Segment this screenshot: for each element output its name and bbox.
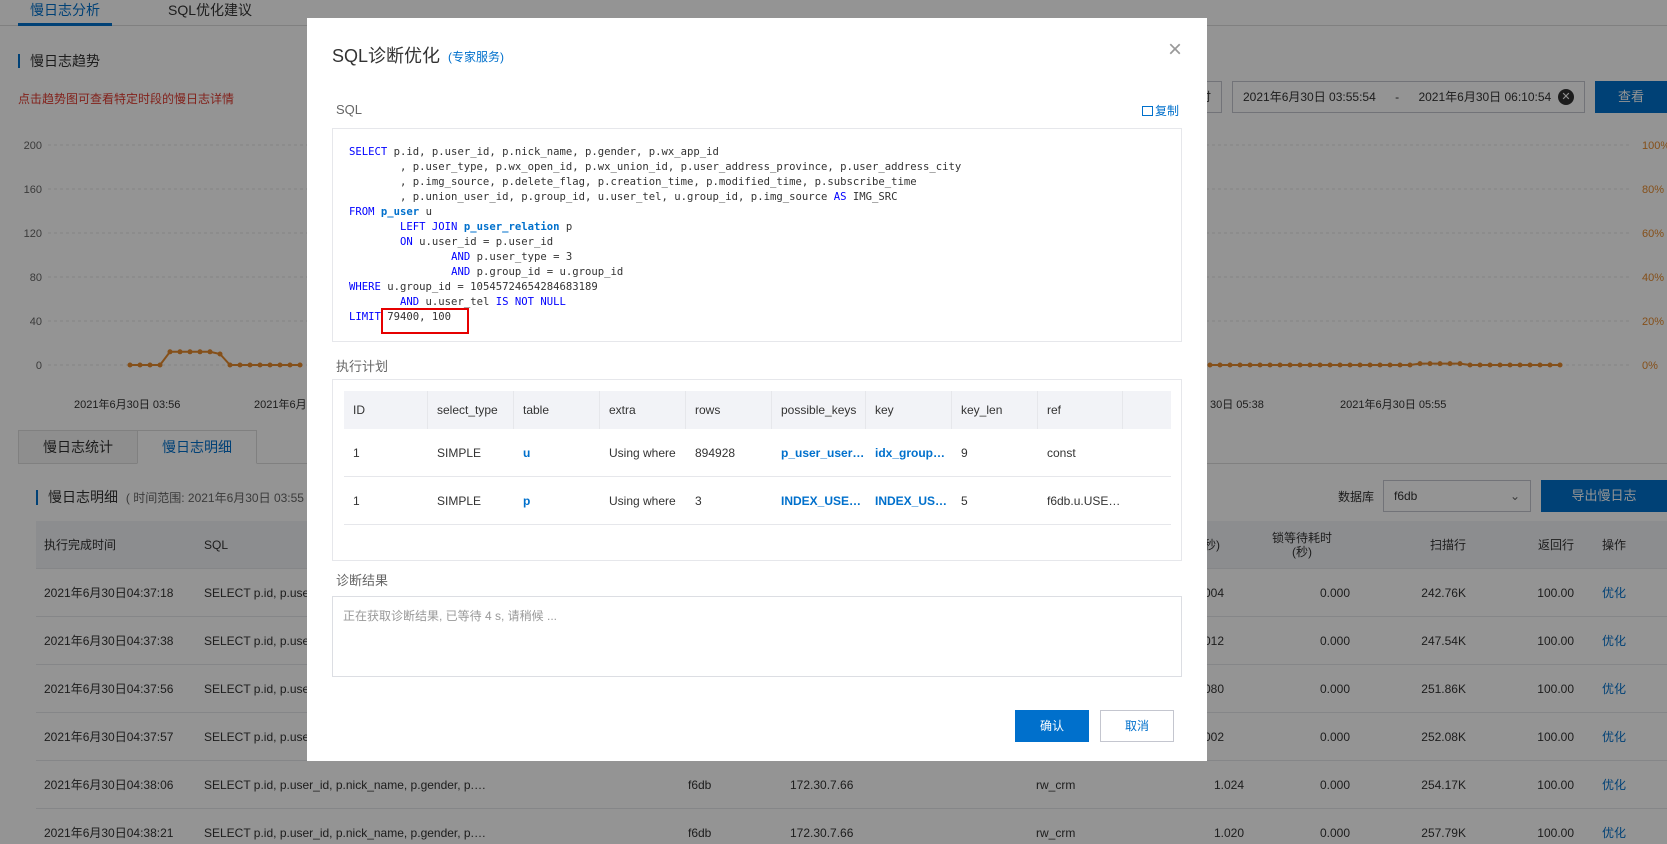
expert-service-link[interactable]: (专家服务) bbox=[448, 48, 504, 65]
copy-label: 复制 bbox=[1155, 104, 1180, 118]
execution-plan-box: ID select_type table extra rows possible_keys… bbox=[332, 379, 1182, 561]
confirm-button[interactable]: 确认 bbox=[1015, 710, 1089, 742]
limit-highlight-box bbox=[381, 308, 469, 334]
plan-cell-rows: 894928 bbox=[695, 446, 736, 460]
plan-body: 1 SIMPLE u Using where 894928 p_user_user… idx… bbox=[344, 429, 1171, 525]
plan-cell-select-type: SIMPLE bbox=[437, 446, 482, 460]
plan-th-id: ID bbox=[344, 391, 428, 429]
plan-link-possible-keys[interactable]: p_user_user… bbox=[772, 429, 866, 477]
cancel-button[interactable]: 取消 bbox=[1100, 710, 1174, 742]
plan-cell-extra: Using where bbox=[609, 494, 676, 508]
plan-link-possible-keys[interactable]: INDEX_USE… bbox=[772, 477, 866, 525]
plan-th-rows: rows bbox=[686, 391, 772, 429]
plan-link-key[interactable]: INDEX_US… bbox=[866, 477, 952, 525]
plan-row: 1 SIMPLE u Using where 894928 p_user_user… idx… bbox=[344, 429, 1171, 477]
dialog-title: SQL诊断优化 bbox=[332, 46, 441, 66]
plan-cell-key-len: 9 bbox=[961, 446, 968, 460]
plan-th-extra: extra bbox=[600, 391, 686, 429]
plan-cell-ref: const bbox=[1047, 446, 1076, 460]
plan-cell-id: 1 bbox=[353, 446, 360, 460]
execution-plan-table: ID select_type table extra rows possible_keys… bbox=[344, 391, 1171, 525]
plan-cell-ref: f6db.u.USE… bbox=[1047, 494, 1121, 508]
plan-label: 执行计划 bbox=[336, 359, 389, 374]
diagnosis-result-text: 正在获取诊断结果, 已等待 4 s, 请稍候 ... bbox=[343, 609, 558, 623]
diagnosis-result-box[interactable]: 正在获取诊断结果, 已等待 4 s, 请稍候 ... bbox=[332, 596, 1182, 677]
close-icon[interactable]: × bbox=[1165, 38, 1185, 62]
plan-row: 1 SIMPLE p Using where 3 INDEX_USE… INDEX_US… 5… bbox=[344, 477, 1171, 525]
sql-diagnosis-dialog: SQL诊断优化 (专家服务) × SQL 复制 SELECT p.id, p.u… bbox=[307, 18, 1207, 761]
plan-th-table: table bbox=[514, 391, 600, 429]
plan-th-select-type: select_type bbox=[428, 391, 514, 429]
plan-cell-extra: Using where bbox=[609, 446, 676, 460]
plan-th-key-len: key_len bbox=[952, 391, 1038, 429]
plan-th-possible-keys: possible_keys bbox=[772, 391, 866, 429]
plan-link-table[interactable]: u bbox=[514, 429, 600, 477]
plan-th-key: key bbox=[866, 391, 952, 429]
plan-cell-key-len: 5 bbox=[961, 494, 968, 508]
plan-cell-id: 1 bbox=[353, 494, 360, 508]
plan-cell-select-type: SIMPLE bbox=[437, 494, 482, 508]
plan-th-ref: ref bbox=[1038, 391, 1123, 429]
result-label: 诊断结果 bbox=[336, 573, 389, 588]
plan-link-key[interactable]: idx_group… bbox=[866, 429, 952, 477]
plan-header: ID select_type table extra rows possible_keys… bbox=[344, 391, 1171, 429]
plan-cell-rows: 3 bbox=[695, 494, 702, 508]
sql-label: SQL bbox=[336, 102, 363, 117]
plan-link-table[interactable]: p bbox=[514, 477, 600, 525]
copy-icon bbox=[1142, 106, 1153, 116]
copy-button[interactable]: 复制 bbox=[1142, 102, 1179, 119]
sql-code: SELECT p.id, p.user_id, p.nick_name, p.g… bbox=[349, 146, 962, 323]
